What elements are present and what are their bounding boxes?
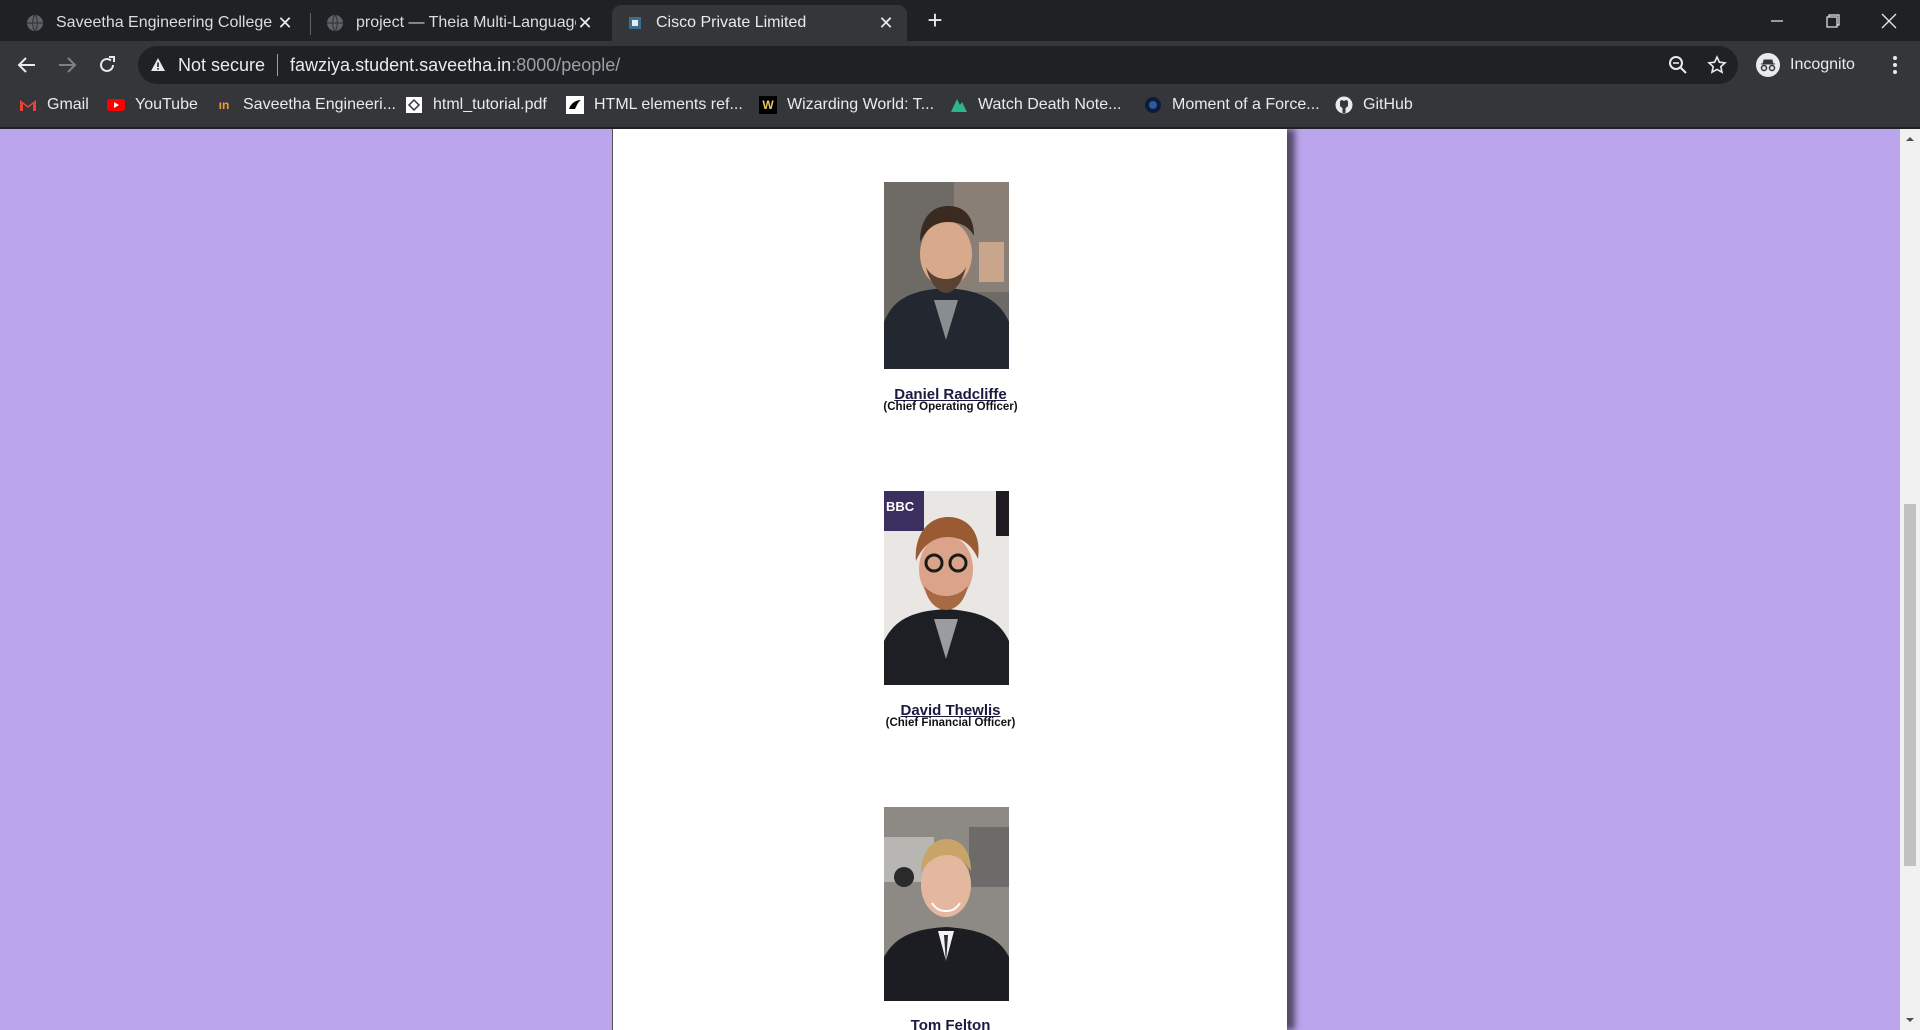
globe-icon xyxy=(27,14,43,32)
bookmark-star-icon[interactable] xyxy=(1707,55,1727,75)
tom-felton-photo xyxy=(884,807,1009,1001)
bookmark-gmail[interactable]: Gmail xyxy=(19,88,89,122)
moment-icon xyxy=(1144,96,1162,114)
address-bar[interactable]: Not secure fawziya.student.saveetha.in:8… xyxy=(138,46,1738,84)
arrow-left-icon xyxy=(17,57,35,73)
incognito-label: Incognito xyxy=(1790,56,1855,73)
restore-icon xyxy=(1826,13,1840,28)
tab-title: project — Theia Multi-Language xyxy=(356,14,576,31)
tab-cisco[interactable]: Cisco Private Limited ✕ xyxy=(612,5,907,41)
page-scrollbar[interactable] xyxy=(1900,129,1920,1030)
youtube-icon xyxy=(107,96,125,114)
tab-theia[interactable]: project — Theia Multi-Language ✕ xyxy=(312,5,606,41)
bookmark-label: html_tutorial.pdf xyxy=(433,96,547,113)
globe-icon xyxy=(327,14,343,32)
tab-separator xyxy=(310,13,311,35)
github-icon xyxy=(1335,96,1353,114)
close-window-button[interactable] xyxy=(1861,0,1917,41)
incognito-icon xyxy=(1756,53,1780,77)
david-thewlis-photo: BBC xyxy=(884,491,1009,685)
security-status[interactable]: Not secure xyxy=(178,55,265,76)
forward-button[interactable] xyxy=(51,49,83,81)
bookmark-label: Wizarding World: T... xyxy=(787,96,935,113)
bookmark-wizarding-world[interactable]: W Wizarding World: T... xyxy=(759,88,934,122)
bookmark-github[interactable]: GitHub xyxy=(1335,88,1413,122)
bookmark-saveetha[interactable]: ın Saveetha Engineeri... xyxy=(215,88,396,122)
person-role: (Chief Operating Officer) xyxy=(883,401,1018,413)
people-content-panel: Daniel Radcliffe (Chief Operating Office… xyxy=(612,129,1287,1030)
person-name-link[interactable]: Tom Felton xyxy=(613,1017,1288,1030)
page-viewport: Daniel Radcliffe (Chief Operating Office… xyxy=(0,129,1900,1030)
daniel-radcliffe-photo xyxy=(884,182,1009,369)
gmail-icon xyxy=(19,96,37,114)
scroll-down-arrow-icon[interactable] xyxy=(1905,1015,1915,1025)
tab-title: Cisco Private Limited xyxy=(656,14,807,31)
url-text[interactable]: fawziya.student.saveetha.in:8000/people/ xyxy=(290,55,620,76)
reload-button[interactable] xyxy=(91,49,123,81)
zoom-icon[interactable] xyxy=(1668,55,1688,75)
tab-saveetha[interactable]: Saveetha Engineering College ✕ xyxy=(12,5,306,41)
deathnote-icon xyxy=(950,96,968,114)
wizarding-icon: W xyxy=(759,96,777,114)
back-button[interactable] xyxy=(11,49,43,81)
saveetha-icon: ın xyxy=(218,98,230,112)
more-menu-icon[interactable] xyxy=(1885,53,1905,77)
bookmark-label: Moment of a Force... xyxy=(1172,96,1320,113)
warning-icon[interactable] xyxy=(150,57,166,73)
bookmark-html-elements[interactable]: HTML elements ref... xyxy=(566,88,743,122)
minimize-icon xyxy=(1771,19,1783,22)
bookmark-label: Saveetha Engineeri... xyxy=(243,96,396,113)
cisco-favicon-icon xyxy=(629,17,641,29)
close-tab-icon[interactable]: ✕ xyxy=(877,14,895,32)
arrow-right-icon xyxy=(59,57,77,73)
incognito-indicator[interactable]: Incognito xyxy=(1756,48,1855,82)
minimize-button[interactable] xyxy=(1749,0,1805,41)
bookmark-label: Watch Death Note... xyxy=(978,96,1122,113)
bookmark-html-tutorial[interactable]: html_tutorial.pdf xyxy=(405,88,547,122)
restore-button[interactable] xyxy=(1805,0,1861,41)
bookmark-moment-of-force[interactable]: Moment of a Force... xyxy=(1144,88,1320,122)
bookmark-label: HTML elements ref... xyxy=(594,96,743,113)
close-icon xyxy=(1881,13,1897,28)
tab-strip: Saveetha Engineering College ✕ project —… xyxy=(0,0,1920,41)
tab-title: Saveetha Engineering College xyxy=(56,14,273,31)
scroll-up-arrow-icon[interactable] xyxy=(1905,134,1915,144)
bookmark-label: GitHub xyxy=(1363,96,1413,113)
url-host: fawziya.student.saveetha.in xyxy=(290,54,512,75)
new-tab-button[interactable]: + xyxy=(923,7,947,33)
pdf-icon xyxy=(405,96,423,114)
url-path: :8000/people/ xyxy=(511,54,621,75)
scrollbar-thumb[interactable] xyxy=(1904,504,1916,866)
bookmark-death-note[interactable]: Watch Death Note... xyxy=(950,88,1121,122)
reload-icon xyxy=(100,56,115,72)
mdn-icon xyxy=(566,96,584,114)
bookmark-label: Gmail xyxy=(47,96,89,113)
svg-text:BBC: BBC xyxy=(886,499,915,514)
close-tab-icon[interactable]: ✕ xyxy=(576,14,594,32)
bookmark-youtube[interactable]: YouTube xyxy=(107,88,198,122)
omnibox-divider xyxy=(277,54,279,76)
close-tab-icon[interactable]: ✕ xyxy=(276,14,294,32)
person-role: (Chief Financial Officer) xyxy=(885,717,1016,729)
bookmark-label: YouTube xyxy=(135,96,198,113)
bookmarks-bar: Gmail YouTube ın Saveetha Engineeri... h… xyxy=(0,88,1920,128)
browser-toolbar: Not secure fawziya.student.saveetha.in:8… xyxy=(0,41,1920,88)
